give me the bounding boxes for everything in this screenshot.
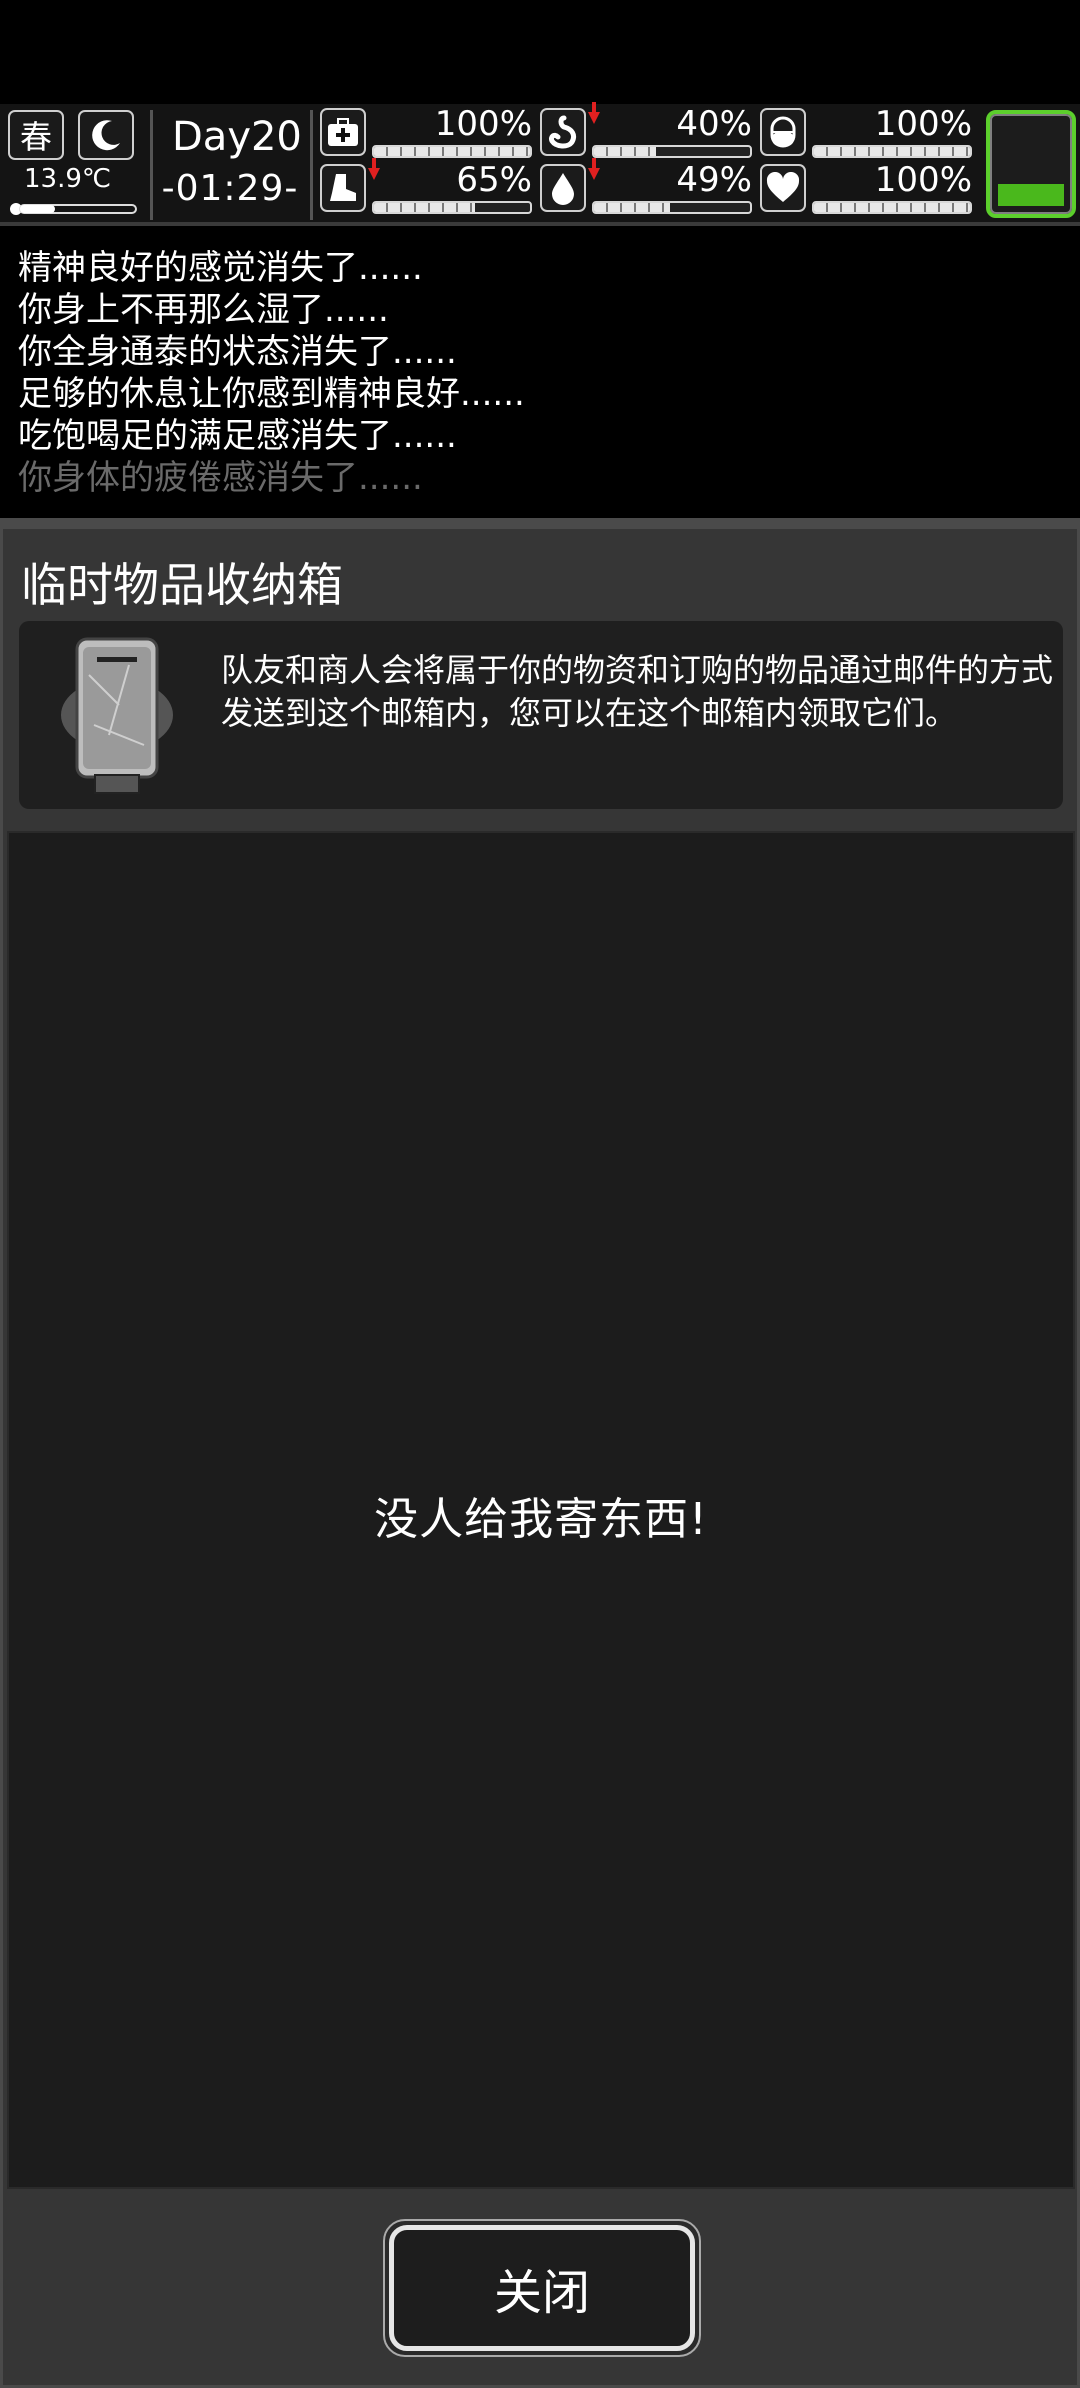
- stat-stamina[interactable]: 65%: [320, 158, 532, 216]
- stat-health[interactable]: 100%: [320, 104, 532, 160]
- boot-icon: [320, 164, 366, 212]
- stat-thirst[interactable]: 49%: [540, 158, 752, 216]
- stomach-icon: [540, 108, 586, 156]
- medkit-icon: [320, 108, 366, 156]
- info-card: 队友和商人会将属于你的物资和订购的物品通过邮件的方式发送到这个邮箱内，您可以在这…: [19, 621, 1063, 809]
- moon-icon[interactable]: [78, 110, 134, 160]
- battery-indicator[interactable]: [986, 110, 1076, 218]
- stat-value: 40%: [676, 104, 752, 144]
- decrease-arrow-icon: [588, 158, 600, 180]
- mailbox-icon: [61, 637, 173, 794]
- water-drop-icon: [540, 164, 586, 212]
- stat-mood[interactable]: 100%: [760, 160, 972, 216]
- status-bar: 春 13.9℃ Day20 -01:29- 100% 40% 100% 65% …: [0, 102, 1080, 226]
- decrease-arrow-icon: [368, 158, 380, 180]
- thermometer-icon: [10, 203, 137, 215]
- stat-bar: [592, 201, 752, 214]
- stat-bar: [372, 145, 532, 158]
- divider: [0, 518, 1080, 526]
- stat-value: 100%: [874, 160, 972, 200]
- stat-medicine[interactable]: 100%: [760, 104, 972, 160]
- empty-state-message: 没人给我寄东西!: [374, 1494, 708, 1545]
- close-button-frame: 关闭: [383, 2219, 701, 2357]
- divider: [150, 110, 153, 220]
- message-log[interactable]: 精神良好的感觉消失了...... 你身上不再那么湿了...... 你全身通泰的状…: [0, 232, 1080, 518]
- stat-bar: [592, 145, 752, 158]
- stat-value: 49%: [676, 160, 752, 200]
- stat-hunger[interactable]: 40%: [540, 102, 752, 160]
- season-label: 春: [19, 118, 52, 156]
- stat-value: 100%: [874, 104, 972, 144]
- panel-title: 临时物品收纳箱: [21, 558, 343, 612]
- mail-item-list[interactable]: 没人给我寄东西!: [7, 831, 1075, 2189]
- pill-icon: [760, 108, 806, 156]
- stat-bar: [812, 201, 972, 214]
- stat-value: 65%: [456, 160, 532, 200]
- battery-level: [998, 184, 1064, 206]
- stat-bar: [812, 145, 972, 158]
- temperature-text: 13.9℃: [24, 164, 112, 194]
- season-badge[interactable]: 春: [8, 110, 64, 160]
- heart-icon: [760, 164, 806, 212]
- stat-bar: [372, 201, 532, 214]
- divider: [310, 110, 313, 220]
- info-description: 队友和商人会将属于你的物资和订购的物品通过邮件的方式发送到这个邮箱内，您可以在这…: [221, 651, 1054, 732]
- close-button[interactable]: 关闭: [389, 2225, 695, 2351]
- day-counter: Day20: [172, 114, 302, 160]
- mailbox-panel: 临时物品收纳箱 队友和商人会将属于你的物资和订购的物品通过邮件的方式发送到这个邮…: [0, 526, 1080, 2388]
- stat-value: 100%: [434, 104, 532, 144]
- clock-time: -01:29-: [161, 168, 299, 209]
- log-line: 你身体的疲倦感消失了......: [18, 458, 423, 498]
- decrease-arrow-icon: [588, 102, 600, 124]
